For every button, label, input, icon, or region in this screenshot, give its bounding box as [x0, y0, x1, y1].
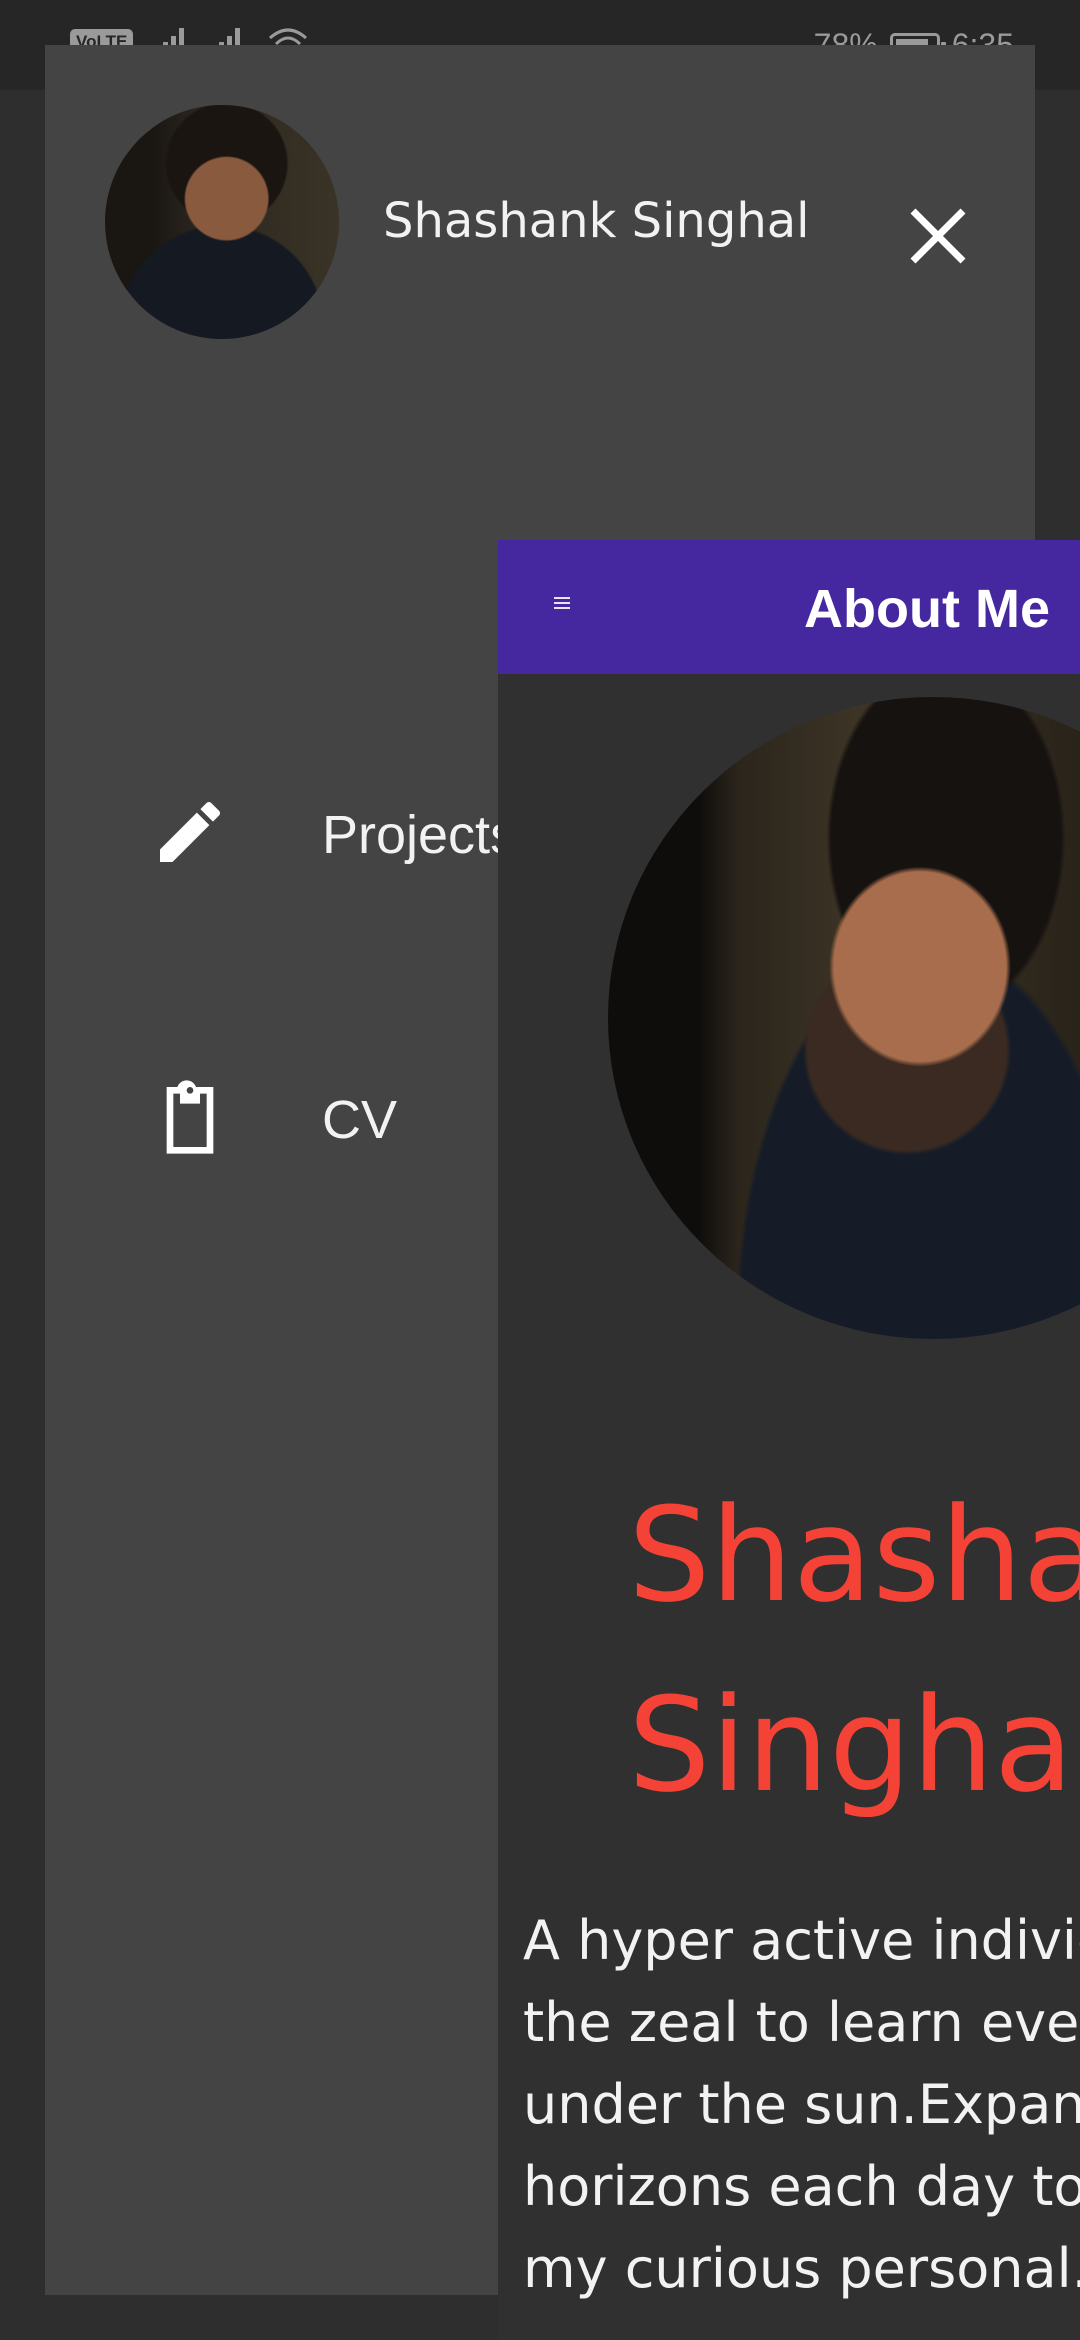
bio-line: my curious personal.: [523, 2237, 1080, 2300]
app-root: VoLTE 78% 6:35 Shashank Singhal: [0, 0, 1080, 2340]
close-icon: [910, 208, 966, 264]
profile-name-heading: Shashank Singhal: [628, 1460, 1080, 1840]
bio-line: under the sun.Expanding my: [523, 2073, 1080, 2136]
clipboard-icon: [166, 1080, 214, 1154]
bio-text: A hyper active individual with the zeal …: [523, 1900, 1080, 2310]
profile-name-line2: Singhal: [628, 1669, 1080, 1821]
page-title: About Me: [804, 579, 1050, 639]
close-button[interactable]: [895, 193, 981, 279]
menu-item-label: CV: [322, 1090, 398, 1150]
profile-name-line1: Shashank: [628, 1479, 1080, 1631]
profile-photo: [608, 697, 1080, 1339]
about-me-screen: About Me Shashank Singhal A hyper active…: [498, 540, 1080, 2340]
avatar: [105, 105, 339, 339]
bio-line: the zeal to learn everything: [523, 1991, 1080, 2054]
menu-item-label: Projects: [322, 805, 518, 865]
drawer-user-name: Shashank Singhal: [383, 193, 810, 249]
bio-line: horizons each day to satisfy: [523, 2155, 1080, 2218]
menu-icon[interactable]: [554, 597, 570, 609]
bio-line: A hyper active individual with: [523, 1909, 1080, 1972]
app-bar: About Me: [498, 540, 1080, 674]
drawer-header: Shashank Singhal: [45, 45, 1035, 339]
pencil-icon: [160, 801, 221, 862]
